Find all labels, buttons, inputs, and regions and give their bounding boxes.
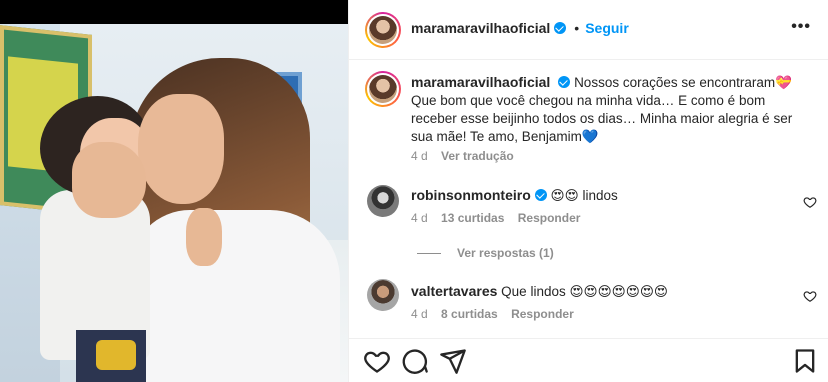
comment-time: 4 d bbox=[411, 307, 428, 321]
comment-avatar[interactable] bbox=[367, 185, 399, 217]
caption-meta: 4 d Ver tradução bbox=[411, 149, 514, 163]
more-options-icon[interactable]: ••• bbox=[791, 18, 811, 36]
comment-username[interactable]: valtertavares bbox=[411, 283, 497, 299]
comment-emojis: 😍😍 bbox=[550, 188, 579, 203]
comments-area[interactable]: maramaravilhaoficial Nossos corações se … bbox=[349, 61, 828, 337]
comment-like-heart-icon[interactable] bbox=[803, 195, 817, 209]
comment-reply-link[interactable]: Responder bbox=[518, 211, 581, 225]
view-replies-label: Ver respostas (1) bbox=[457, 246, 554, 260]
photo-hand bbox=[72, 142, 146, 218]
caption-author-avatar-image bbox=[369, 75, 397, 103]
comment-text: lindos bbox=[582, 188, 618, 203]
view-replies-button[interactable]: Ver respostas (1) bbox=[417, 246, 554, 260]
follow-button[interactable]: Seguir bbox=[585, 20, 629, 36]
comment-text: Que lindos 😍😍😍😍😍😍😍 bbox=[501, 284, 668, 299]
photo-top-bar bbox=[0, 0, 348, 24]
comment-item: robinsonmonteiro 😍😍 lindos bbox=[411, 187, 618, 204]
comment-like-heart-icon[interactable] bbox=[803, 289, 817, 303]
header-author-line: maramaravilhaoficial • Seguir bbox=[411, 20, 629, 38]
caption-username[interactable]: maramaravilhaoficial bbox=[411, 74, 550, 90]
post-photo[interactable] bbox=[0, 0, 348, 382]
caption-time: 4 d bbox=[411, 149, 428, 163]
send-icon[interactable] bbox=[439, 347, 467, 375]
comment-meta: 4 d 13 curtidas Responder bbox=[411, 211, 580, 225]
comment-item: valtertavares Que lindos 😍😍😍😍😍😍😍 bbox=[411, 283, 668, 300]
separator-dot: • bbox=[574, 20, 580, 36]
heart-icon[interactable] bbox=[363, 347, 391, 375]
comment-username[interactable]: robinsonmonteiro bbox=[411, 187, 531, 203]
post-actions bbox=[349, 338, 828, 382]
photo-hand-2 bbox=[186, 208, 222, 266]
comment-likes-link[interactable]: 8 curtidas bbox=[441, 307, 498, 321]
photo-woman-shirt bbox=[130, 210, 340, 382]
comment-verified-icon bbox=[534, 189, 547, 201]
caption-verified-icon bbox=[558, 76, 571, 88]
comment-avatar[interactable] bbox=[367, 279, 399, 311]
author-avatar-image bbox=[369, 16, 397, 44]
post-panel: maramaravilhaoficial • Seguir ••• maramara… bbox=[348, 0, 828, 382]
translate-link[interactable]: Ver tradução bbox=[441, 149, 514, 163]
photo-woman-face bbox=[138, 94, 224, 204]
comment-reply-link[interactable]: Responder bbox=[511, 307, 574, 321]
comment-meta: 4 d 8 curtidas Responder bbox=[411, 307, 574, 321]
bookmark-icon[interactable] bbox=[791, 347, 819, 375]
post-caption: maramaravilhaoficial Nossos corações se … bbox=[411, 73, 811, 146]
view-replies-line bbox=[417, 253, 441, 255]
photo-child-shorts-pattern bbox=[96, 340, 136, 370]
comment-likes-link[interactable]: 13 curtidas bbox=[441, 211, 504, 225]
post-header: maramaravilhaoficial • Seguir ••• bbox=[349, 0, 828, 60]
author-username[interactable]: maramaravilhaoficial bbox=[411, 20, 550, 36]
verified-icon bbox=[554, 22, 567, 34]
comment-time: 4 d bbox=[411, 211, 428, 225]
comment-icon[interactable] bbox=[401, 347, 429, 375]
